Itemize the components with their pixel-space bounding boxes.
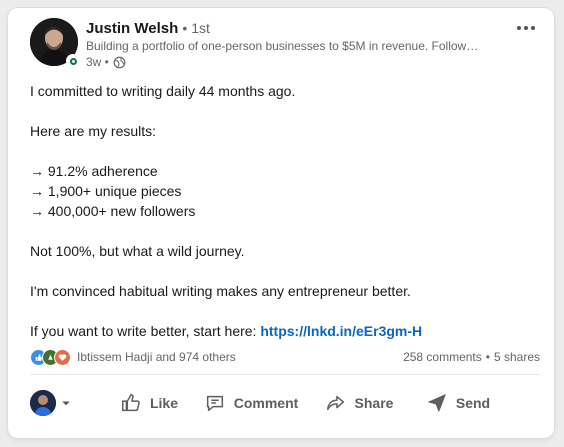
comment-icon [206,395,223,412]
globe-icon [113,56,126,68]
share-button[interactable]: Share [308,383,410,423]
action-bar: Like Comment Share Send [30,380,542,426]
love-icon [54,348,71,366]
reactors-text[interactable]: Ibtissem Hadji and 974 others [77,350,236,364]
post-timestamp: 3w • [86,55,109,69]
react-as-selector[interactable] [30,390,104,416]
author-headline: Building a portfolio of one-person busin… [86,39,479,53]
engagement-counts: 258 comments • 5 shares [403,350,540,364]
comment-label: Comment [233,395,299,411]
like-label: Like [149,395,178,411]
send-button[interactable]: Send [410,383,506,423]
send-icon [428,394,446,412]
shares-count[interactable]: 5 shares [494,350,540,364]
social-counts-bar: Ibtissem Hadji and 974 others 258 commen… [30,348,540,366]
body-line: → 1,900+ unique pieces [30,183,182,199]
connection-degree: • 1st [182,20,210,36]
author-name[interactable]: Justin Welsh [86,20,178,37]
count-separator: • [485,350,490,364]
divider [30,374,540,375]
more-dot-icon [517,26,521,30]
comment-button[interactable]: Comment [194,383,308,423]
body-line: → 91.2% adherence [30,163,158,179]
body-line: I'm convinced habitual writing makes any… [30,283,411,299]
more-options-button[interactable] [512,18,540,38]
body-line [30,101,540,121]
send-label: Send [455,395,491,411]
cta-text: If you want to write better, start here: [30,323,261,339]
body-line [30,141,540,161]
body-line: Here are my results: [30,123,157,139]
like-button[interactable]: Like [104,383,194,423]
body-line: → 400,000+ new followers [30,203,196,219]
body-line: I committed to writing daily 44 months a… [30,83,296,99]
more-dot-icon [524,26,528,30]
share-arrow-icon [326,395,344,411]
thumbs-up-icon [122,394,140,412]
body-line [30,261,540,281]
post-card: Justin Welsh • 1st Building a portfolio … [8,8,554,438]
author-line: Justin Welsh • 1st [86,20,210,37]
post-body: I committed to writing daily 44 months a… [30,81,540,341]
online-status-badge [66,54,80,68]
comments-count[interactable]: 258 comments [403,350,482,364]
more-dot-icon [531,26,535,30]
cta-link[interactable]: https://lnkd.in/eEr3gm-H [260,323,422,339]
chevron-down-icon [62,401,70,406]
post-meta: 3w • [86,55,126,69]
current-user-avatar [30,390,56,416]
cta-line: If you want to write better, start here:… [30,321,540,341]
share-label: Share [354,395,394,411]
body-line: Not 100%, but what a wild journey. [30,243,245,259]
body-line [30,301,540,321]
reaction-icons[interactable] [30,348,71,366]
body-line [30,221,540,241]
